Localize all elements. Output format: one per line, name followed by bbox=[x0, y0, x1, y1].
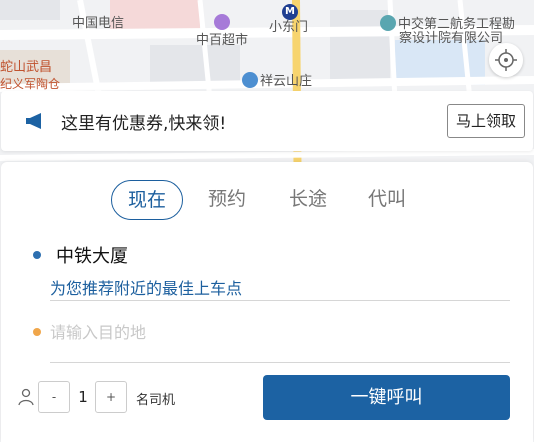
start-location-name[interactable]: 中铁大厦 bbox=[56, 242, 128, 268]
poi-label: 察设计院有限公司 bbox=[399, 31, 504, 46]
crosshair-icon bbox=[495, 49, 517, 71]
driver-count-value: 1 bbox=[78, 388, 88, 406]
poi-sheshan-line2: 纪义军陶仓 bbox=[0, 77, 60, 92]
divider bbox=[50, 300, 510, 301]
metro-icon: M bbox=[282, 4, 298, 20]
coupon-banner[interactable]: 这里有优惠券,快来领! 马上领取 bbox=[1, 91, 533, 151]
poi-metro-icon[interactable]: M bbox=[282, 3, 298, 20]
poi-zhongbai-supermarket[interactable]: 中百超市 bbox=[196, 33, 248, 48]
driver-count-decrement-button[interactable]: - bbox=[38, 381, 70, 413]
locate-button[interactable] bbox=[489, 43, 523, 77]
hotel-icon bbox=[242, 72, 258, 88]
poi-sheshan[interactable]: 蛇山武昌 bbox=[0, 60, 52, 75]
driver-count-label: 名司机 bbox=[136, 393, 176, 408]
tab-long-distance[interactable]: 长途 bbox=[288, 180, 328, 220]
poi-label: 中百超市 bbox=[196, 33, 249, 48]
tab-reserve[interactable]: 预约 bbox=[207, 180, 247, 220]
tab-call-for-others[interactable]: 代叫 bbox=[367, 180, 407, 220]
poi-cccc-design-institute-line2: 察设计院有限公司 bbox=[399, 31, 503, 46]
poi-label: 中国电信 bbox=[72, 16, 125, 31]
driver-count-increment-button[interactable]: + bbox=[95, 381, 127, 413]
divider bbox=[50, 362, 510, 363]
poi-label: 小东门 bbox=[269, 20, 309, 35]
poi-zhongbai-icon[interactable] bbox=[214, 14, 232, 31]
poi-china-telecom[interactable]: 中国电信 bbox=[72, 16, 124, 31]
poi-label: 中交第二航务工程勘 bbox=[398, 17, 516, 32]
poi-label: 祥云山庄 bbox=[260, 74, 313, 89]
person-icon bbox=[18, 388, 34, 406]
tab-now[interactable]: 现在 bbox=[111, 180, 183, 220]
poi-xiaodongmen[interactable]: 小东门 bbox=[269, 20, 308, 35]
claim-coupon-button[interactable]: 马上领取 bbox=[446, 104, 525, 138]
destination-dot-icon bbox=[33, 328, 41, 336]
one-tap-call-button[interactable]: 一键呼叫 bbox=[263, 375, 510, 420]
coupon-text: 这里有优惠券,快来领! bbox=[61, 113, 227, 134]
megaphone-icon bbox=[25, 111, 45, 131]
destination-input[interactable] bbox=[50, 320, 490, 344]
poi-xiangyun-villa[interactable]: 祥云山庄 bbox=[242, 72, 312, 89]
ride-type-tabs: 现在 预约 长途 代叫 bbox=[1, 180, 533, 220]
office-icon bbox=[380, 15, 396, 31]
shop-icon bbox=[214, 14, 230, 30]
poi-label: 蛇山武昌 bbox=[0, 60, 53, 75]
ride-request-panel: 现在 预约 长途 代叫 中铁大厦 为您推荐附近的最佳上车点 - 1 + 名司机 … bbox=[1, 162, 533, 442]
start-dot-icon bbox=[33, 251, 41, 259]
poi-label: 纪义军陶仓 bbox=[0, 77, 61, 91]
pickup-recommendation[interactable]: 为您推荐附近的最佳上车点 bbox=[50, 275, 242, 299]
poi-cccc-design-institute[interactable]: 中交第二航务工程勘 bbox=[380, 15, 515, 32]
